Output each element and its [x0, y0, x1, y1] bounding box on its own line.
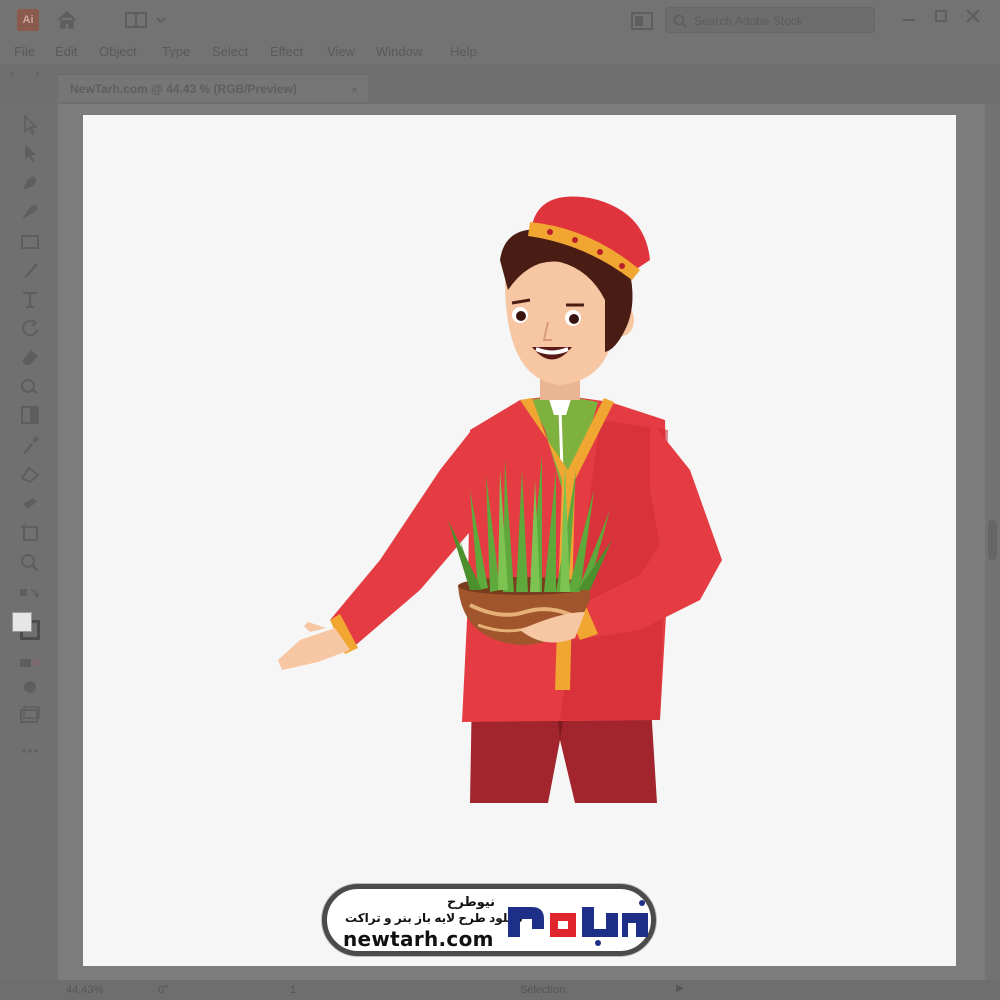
menu-file[interactable]: File — [14, 44, 35, 59]
play-icon[interactable]: ▶ — [676, 983, 684, 994]
menu-help[interactable]: Help — [450, 44, 477, 59]
extended-arm — [278, 432, 480, 670]
rectangle-tool-icon[interactable] — [19, 231, 41, 253]
watermark-badge: نیوطرح دانلود طرح لایه باز بنر و تراکت n… — [322, 884, 656, 956]
type-tool-icon[interactable] — [19, 289, 41, 311]
menu-view[interactable]: View — [327, 44, 355, 59]
menu-edit[interactable]: Edit — [55, 44, 77, 59]
app-logo: Ai — [17, 9, 39, 31]
zoom-tool-icon[interactable] — [19, 552, 41, 574]
current-tool-label: Selection — [520, 984, 566, 996]
document-tab-title: NewTarh.com @ 44.43 % (RGB/Preview) — [70, 82, 297, 96]
artboard[interactable] — [83, 115, 956, 966]
close-icon[interactable]: × — [351, 83, 358, 97]
artboard-number[interactable]: 1 — [290, 984, 296, 996]
watermark-domain: newtarh.com — [343, 927, 494, 951]
rotate-tool-icon[interactable] — [19, 317, 41, 339]
scrollbar-thumb[interactable] — [988, 520, 997, 560]
watermark-logo — [508, 900, 648, 946]
tools-panel — [0, 104, 58, 980]
search-stock-field[interactable] — [665, 7, 875, 33]
status-bar: 44.43% 0° 1 Selection ▶ — [0, 980, 1000, 1000]
menu-type[interactable]: Type — [162, 44, 190, 59]
arrange-documents-icon[interactable] — [631, 12, 653, 30]
curvature-tool-icon[interactable] — [19, 201, 41, 223]
more-tools-icon[interactable] — [19, 740, 41, 762]
minimize-icon[interactable] — [898, 8, 920, 26]
watermark-tagline: دانلود طرح لایه باز بنر و تراکت — [345, 911, 523, 925]
menu-effect[interactable]: Effect — [270, 44, 303, 59]
close-window-icon[interactable] — [962, 8, 984, 26]
menu-select[interactable]: Select — [212, 44, 248, 59]
shape-builder-tool-icon[interactable] — [19, 375, 41, 397]
boy-with-sabzeh-illustration — [278, 196, 722, 803]
swap-colors-icon[interactable] — [19, 586, 41, 608]
search-icon — [673, 14, 687, 28]
symbol-sprayer-tool-icon[interactable] — [19, 492, 41, 514]
menu-bar: File Edit Object Type Select Effect View… — [0, 40, 1000, 64]
watermark-name: نیوطرح — [447, 894, 496, 909]
search-input[interactable] — [694, 12, 869, 30]
fill-swatch[interactable] — [12, 612, 32, 632]
eraser-tool-icon[interactable] — [19, 346, 41, 368]
artboard-tool-icon[interactable] — [19, 522, 41, 544]
collapse-panel-icon[interactable] — [10, 70, 40, 78]
document-tab[interactable]: NewTarh.com @ 44.43 % (RGB/Preview) × — [58, 74, 368, 102]
workspace-switcher-icon[interactable] — [125, 12, 171, 28]
app-title-bar: Ai — [0, 0, 1000, 40]
paintbrush-tool-icon[interactable] — [19, 260, 41, 282]
eyedropper-tool-icon[interactable] — [19, 434, 41, 456]
draw-mode-icon[interactable] — [19, 652, 41, 674]
direct-selection-tool-icon[interactable] — [19, 142, 41, 164]
selection-tool-icon[interactable] — [19, 114, 41, 136]
blend-tool-icon[interactable] — [19, 463, 41, 485]
restore-icon[interactable] — [930, 8, 952, 26]
menu-object[interactable]: Object — [99, 44, 137, 59]
home-icon[interactable] — [56, 10, 78, 30]
zoom-level[interactable]: 44.43% — [66, 984, 103, 996]
fill-stroke-swatches[interactable] — [10, 610, 40, 640]
menu-window[interactable]: Window — [376, 44, 422, 59]
screen-mode-icon[interactable] — [19, 676, 41, 698]
rotation-angle[interactable]: 0° — [158, 984, 169, 996]
change-screen-mode-icon[interactable] — [19, 704, 41, 726]
pen-tool-icon[interactable] — [19, 172, 41, 194]
gradient-tool-icon[interactable] — [19, 404, 41, 426]
